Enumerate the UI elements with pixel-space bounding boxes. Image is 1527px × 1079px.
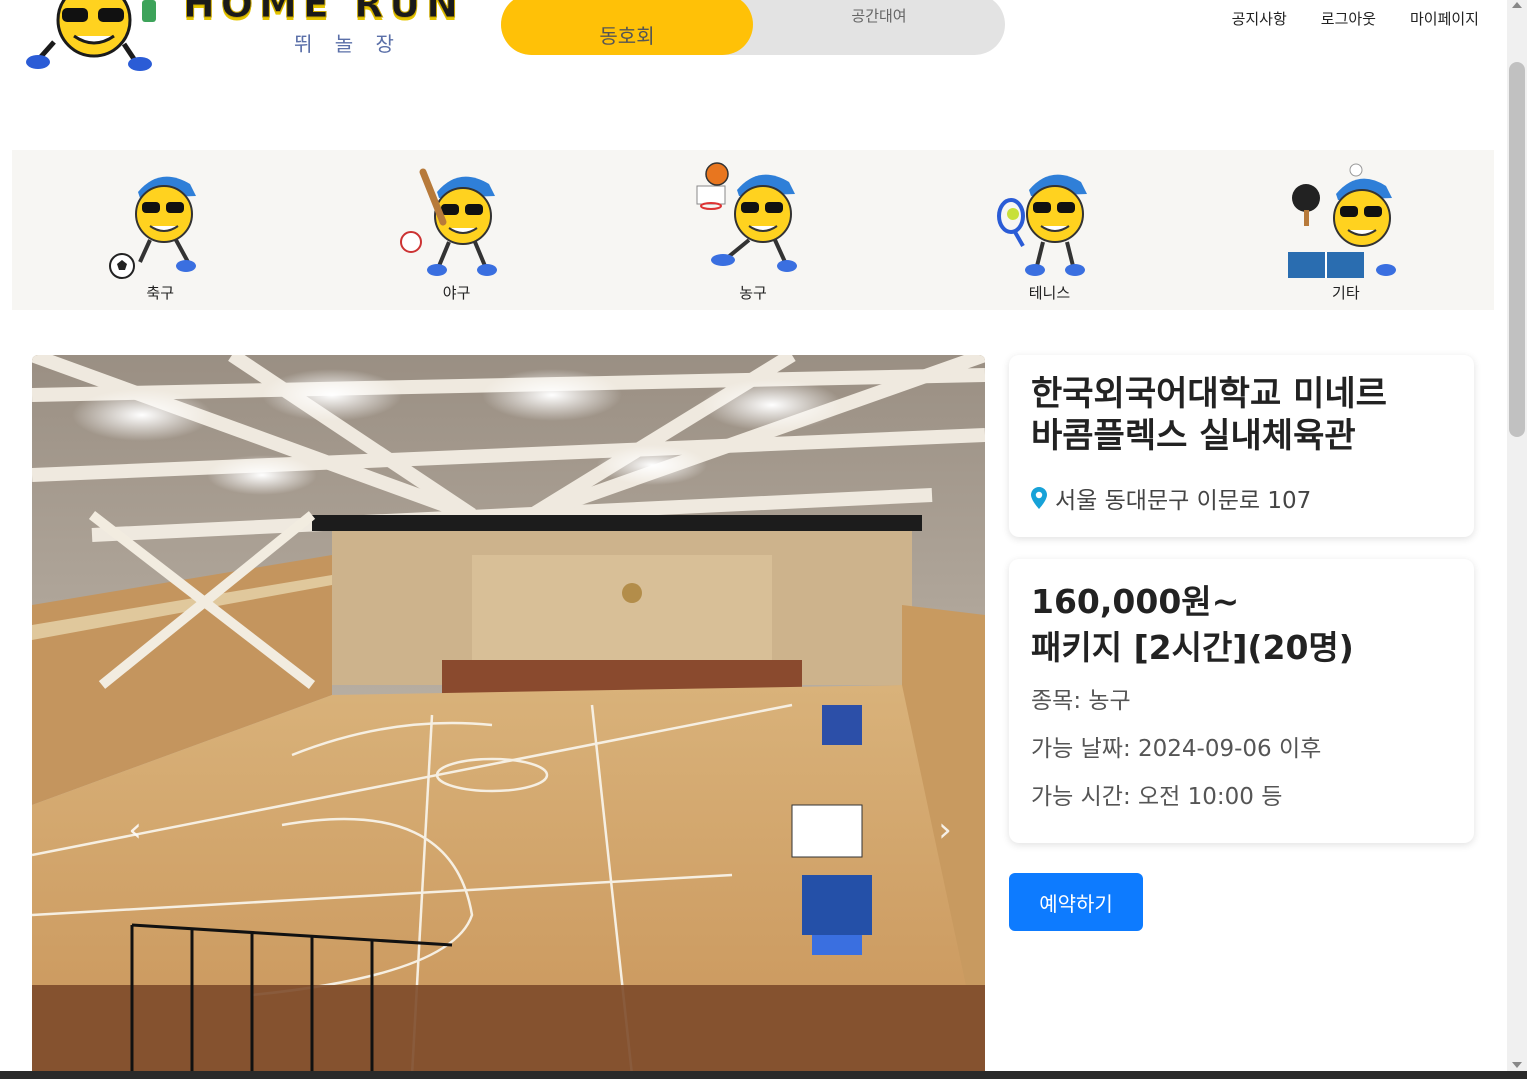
mascot-logo-icon	[26, 0, 156, 71]
package: 패키지 [2시간](20명)	[1031, 628, 1354, 667]
location-pin-icon	[1031, 487, 1047, 509]
nav-notice[interactable]: 공지사항	[1232, 8, 1287, 29]
logo-title: HOME RUN	[182, 0, 465, 27]
venue-name: 한국외국어대학교 미네르 바콤플렉스 실내체육관	[1031, 373, 1452, 457]
category-label: 기타	[1332, 284, 1360, 302]
category-strip: 축구 야구 농구 테니스 기타	[12, 150, 1494, 310]
category-label: 테니스	[1028, 284, 1071, 302]
category-label: 야구	[442, 284, 471, 302]
pingpong-mascot-icon	[1287, 163, 1396, 278]
soccer-mascot-icon	[109, 176, 197, 279]
venue-name-line2: 바콤플렉스 실내체육관	[1031, 416, 1356, 456]
category-soccer[interactable]: 축구	[12, 150, 308, 310]
tennis-mascot-icon	[997, 174, 1088, 276]
nav-logout[interactable]: 로그아웃	[1321, 8, 1376, 29]
scroll-up-arrow-icon[interactable]	[1512, 2, 1522, 8]
gym-photo	[32, 355, 985, 1075]
category-basketball[interactable]: 농구	[605, 150, 901, 310]
logo-subtitle: 뛰 놀 장	[294, 32, 402, 56]
mode-toggle: 동호회 공간대여	[501, 0, 1005, 55]
vertical-scrollbar[interactable]	[1507, 0, 1527, 1079]
scroll-down-arrow-icon[interactable]	[1512, 1062, 1522, 1068]
price: 160,000원~	[1031, 582, 1240, 621]
reserve-button[interactable]: 예약하기	[1009, 873, 1143, 931]
sport-info: 종목: 농구	[1031, 688, 1131, 714]
available-time: 가능 시간: 오전 10:00 등	[1031, 784, 1283, 810]
baseball-mascot-icon	[399, 168, 497, 276]
basketball-mascot-icon	[696, 162, 798, 272]
top-nav: 공지사항 로그아웃 마이페이지	[1232, 8, 1479, 29]
toggle-space-rental[interactable]: 공간대여	[753, 0, 1005, 55]
category-label: 농구	[739, 284, 767, 302]
available-date: 가능 날짜: 2024-09-06 이후	[1031, 736, 1322, 762]
carousel-prev-button[interactable]: ‹	[120, 810, 150, 850]
address-text: 서울 동대문구 이문로 107	[1055, 488, 1312, 514]
venue-image-carousel: ‹ ›	[32, 355, 985, 1075]
scroll-thumb[interactable]	[1509, 62, 1525, 437]
taskbar-edge	[0, 1071, 1527, 1079]
category-other[interactable]: 기타	[1198, 150, 1494, 310]
logo[interactable]: HOME RUN 뛰 놀 장	[18, 0, 498, 80]
venue-info-card: 한국외국어대학교 미네르 바콤플렉스 실내체육관 서울 동대문구 이문로 107	[1009, 355, 1474, 537]
category-baseball[interactable]: 야구	[308, 150, 604, 310]
carousel-next-button[interactable]: ›	[930, 810, 960, 850]
venue-address: 서울 동대문구 이문로 107	[1031, 481, 1452, 515]
category-tennis[interactable]: 테니스	[901, 150, 1197, 310]
pricing-card: 160,000원~ 패키지 [2시간](20명) 종목: 농구 가능 날짜: 2…	[1009, 559, 1474, 843]
category-label: 축구	[146, 284, 174, 302]
venue-name-line1: 한국외국어대학교 미네르	[1031, 374, 1387, 414]
nav-mypage[interactable]: 마이페이지	[1410, 8, 1479, 29]
toggle-club[interactable]: 동호회	[501, 0, 753, 55]
